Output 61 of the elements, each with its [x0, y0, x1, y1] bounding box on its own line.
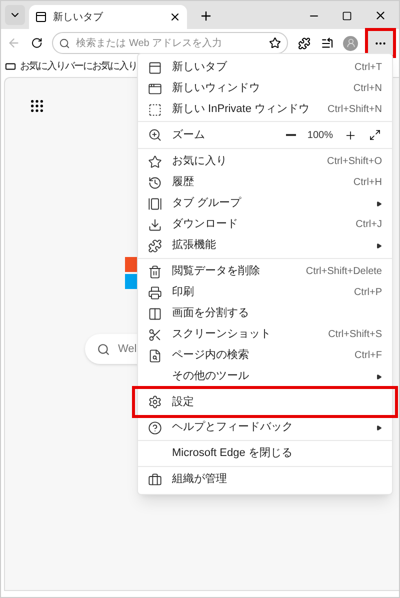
printer-icon: [148, 286, 162, 300]
favorites-icon: [148, 154, 162, 168]
puzzle-icon: [148, 238, 162, 252]
tab-group-icon: [5, 60, 16, 72]
favorites-icon[interactable]: [320, 36, 334, 50]
menu-item[interactable]: 設定: [135, 389, 395, 415]
expand-icon: [369, 129, 381, 141]
fullscreen-button[interactable]: [368, 128, 382, 142]
page-search-icon: [148, 348, 162, 362]
favorites-bar-text: お気に入りバーにお気に入り: [20, 60, 137, 74]
briefcase-icon: [148, 472, 162, 486]
menu-item[interactable]: 新しい InPrivate ウィンドウ Ctrl+Shift+N: [138, 99, 392, 120]
menu-item[interactable]: 画面を分割する: [138, 303, 392, 324]
new-tab-icon: [35, 11, 47, 23]
help-icon: [148, 420, 162, 434]
scissors-icon: [148, 328, 162, 342]
search-placeholder: Wel: [118, 342, 137, 357]
history-icon: [148, 176, 162, 190]
zoom-icon: [148, 128, 162, 142]
star-icon[interactable]: [269, 37, 282, 49]
minus-icon: [286, 134, 296, 136]
menu-item[interactable]: 新しいウィンドウ Ctrl+N: [138, 78, 392, 99]
menu-item[interactable]: Microsoft Edge を閉じる: [138, 443, 392, 464]
new-tab-plus-icon[interactable]: [199, 9, 213, 23]
avatar[interactable]: [343, 36, 358, 50]
menu-item[interactable]: 拡張機能: [138, 235, 392, 256]
menu-item[interactable]: スクリーンショット Ctrl+Shift+S: [138, 324, 392, 345]
person-icon: [346, 38, 356, 48]
plus-icon: [344, 128, 357, 142]
close-icon[interactable]: [374, 9, 387, 22]
menu-item[interactable]: ダウンロード Ctrl+J: [138, 214, 392, 235]
split-screen-icon: [148, 306, 162, 320]
tab-group-icon: [148, 196, 162, 210]
private-window-icon: [148, 102, 162, 116]
more-button[interactable]: [368, 31, 393, 55]
menu-item[interactable]: 閲覧データを削除 Ctrl+Shift+Delete: [138, 261, 392, 282]
menu-item[interactable]: その他のツール: [138, 366, 392, 387]
menu-item[interactable]: 履歴 Ctrl+H: [138, 172, 392, 193]
menu-item[interactable]: お気に入り Ctrl+Shift+O: [138, 151, 392, 172]
zoom-level: 100%: [307, 128, 333, 142]
browser-tab[interactable]: 新しいタブ: [29, 5, 187, 29]
menu-item[interactable]: ヘルプとフィードバック: [138, 417, 392, 438]
refresh-icon[interactable]: [30, 37, 42, 49]
menu-item[interactable]: タブ グループ: [138, 193, 392, 214]
window-icon: [148, 82, 162, 96]
menu-item[interactable]: 印刷 Ctrl+P: [138, 282, 392, 303]
search-icon: [97, 342, 110, 356]
menu-item[interactable]: 組織が管理: [138, 469, 392, 490]
tab-list-button[interactable]: [5, 5, 25, 25]
download-icon: [148, 218, 162, 232]
maximize-icon[interactable]: [342, 10, 352, 20]
puzzle-icon[interactable]: [298, 36, 311, 50]
menu-item[interactable]: ページ内の検索 Ctrl+F: [138, 345, 392, 366]
new-tab-icon: [148, 60, 162, 74]
close-icon[interactable]: [169, 11, 181, 23]
menu-item[interactable]: 新しいタブ Ctrl+T: [138, 57, 392, 78]
trash-icon: [148, 264, 162, 278]
settings-icon: [148, 395, 162, 409]
search-icon: [59, 38, 70, 48]
menu-item-label: ズーム: [172, 128, 205, 143]
apps-grid-icon[interactable]: [29, 98, 45, 114]
